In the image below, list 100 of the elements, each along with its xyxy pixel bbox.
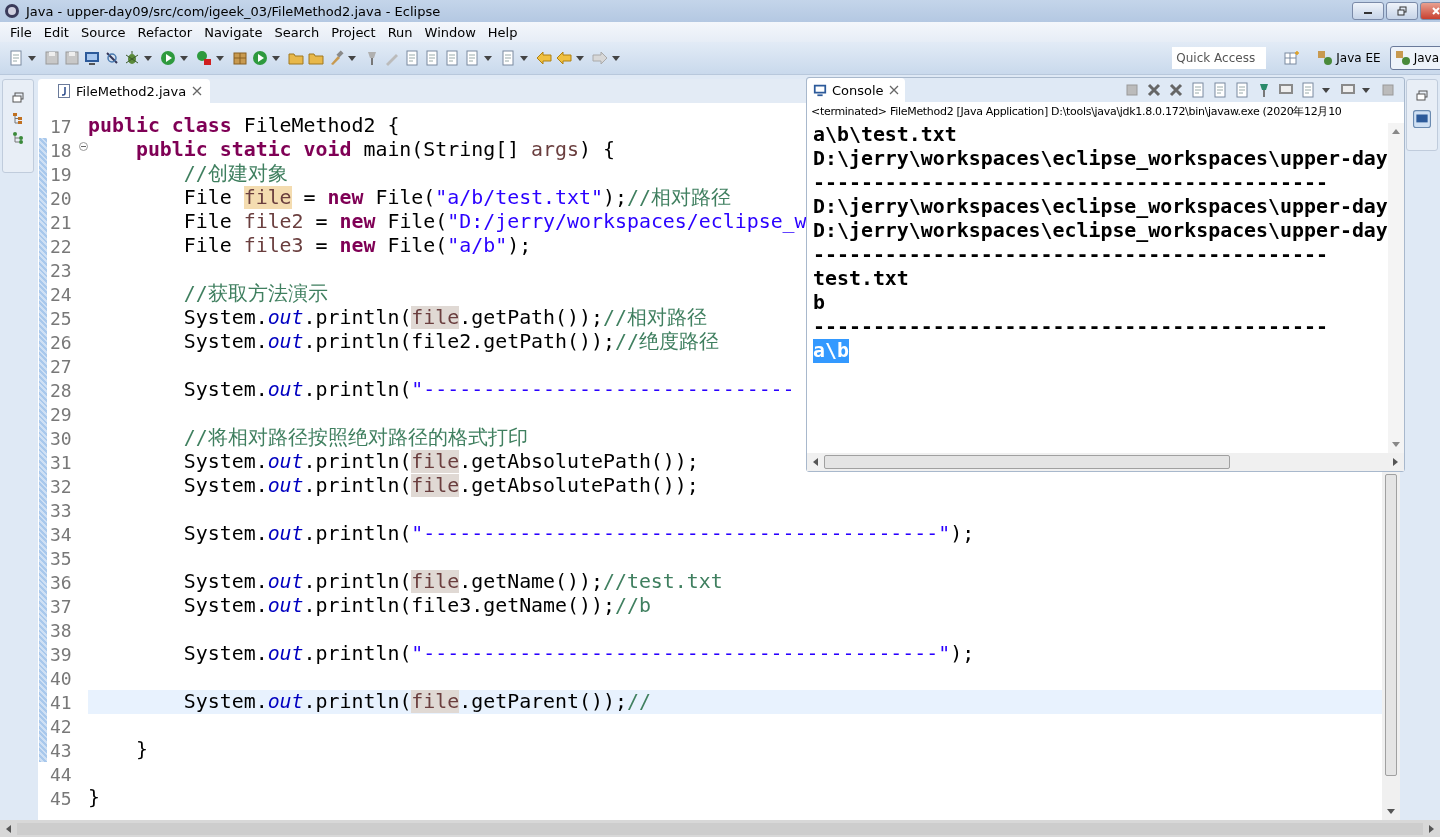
tab-label: Console (832, 82, 884, 98)
scrollbar-thumb[interactable] (1385, 474, 1397, 776)
collapse-icon[interactable] (79, 142, 88, 151)
code-line: System.out.println(file.getAbsolutePath()); (182, 474, 699, 498)
scroll-right-icon[interactable] (1429, 824, 1434, 833)
caret-icon[interactable] (272, 55, 280, 61)
caret-icon[interactable] (576, 55, 584, 61)
editor-tab[interactable]: FileMethod2.java (38, 79, 211, 103)
line-number: 21 (50, 211, 72, 233)
bug-icon[interactable] (124, 50, 140, 66)
line-number: 34 (50, 523, 72, 545)
menu-item[interactable]: Window (418, 24, 482, 40)
tree-icon[interactable] (12, 132, 24, 144)
line-number: 45 (50, 787, 72, 809)
console-line: ------------------------------------------- (813, 171, 1328, 195)
menu-item[interactable]: Navigate (198, 24, 269, 40)
line-number: 23 (50, 259, 72, 281)
line-number: 38 (50, 619, 72, 641)
arrow-left-icon[interactable] (536, 50, 552, 66)
menu-item[interactable]: Edit (37, 24, 75, 40)
line-number: 32 (50, 475, 72, 497)
scroll-down-icon[interactable] (1392, 442, 1400, 447)
line-number: 41 (50, 691, 72, 713)
menu-item[interactable]: Source (74, 24, 132, 40)
folder-icon[interactable] (288, 50, 304, 66)
scrollbar-thumb[interactable] (824, 455, 1230, 469)
window-title: Java - upper-day09/src/com/igeek_03/FileMethod2.java - Eclipse (26, 3, 441, 19)
maximize-icon (1397, 6, 1407, 16)
line-number: 33 (50, 499, 72, 521)
monitor-icon[interactable] (1413, 110, 1431, 128)
line-number: 26 (50, 331, 72, 353)
hierarchy-icon[interactable] (12, 112, 24, 124)
perspective-button[interactable]: Java (1389, 46, 1440, 70)
console-tab[interactable]: Console (807, 78, 905, 102)
code-line: System.out.println(file.getParent());// (182, 690, 651, 714)
scroll-left-icon[interactable] (813, 458, 818, 466)
menu-item[interactable]: Run (381, 24, 419, 40)
menu-item[interactable]: Refactor (131, 24, 199, 40)
line-number: 17 (50, 115, 72, 137)
scroll-left-icon[interactable] (6, 824, 11, 833)
caret-icon[interactable] (144, 55, 152, 61)
caret-icon[interactable] (484, 55, 492, 61)
close-icon[interactable] (888, 85, 899, 95)
line-number: 37 (50, 595, 72, 617)
app-icon (4, 3, 20, 19)
menu-item[interactable]: Search (268, 24, 326, 40)
caret-icon[interactable] (28, 55, 36, 61)
remove-icon[interactable] (1146, 82, 1162, 98)
caret-icon[interactable] (1362, 87, 1370, 93)
scroll-up-icon[interactable] (1392, 129, 1400, 134)
line-number: 36 (50, 571, 72, 593)
line-number: 30 (50, 427, 72, 449)
document-icon[interactable] (424, 50, 440, 66)
java-file-icon (58, 84, 70, 98)
scroll-right-icon[interactable] (1393, 458, 1398, 466)
perspective-button[interactable]: Java EE (1312, 46, 1386, 70)
console-line: D:\jerry\workspaces\eclipse_workspaces\upper-day (813, 147, 1388, 171)
close-icon[interactable] (192, 86, 203, 96)
caret-icon[interactable] (348, 55, 356, 61)
console-line: b (813, 291, 825, 315)
folder-icon[interactable] (308, 50, 324, 66)
open-perspective-icon[interactable] (1284, 50, 1301, 66)
link-icon[interactable] (104, 50, 120, 66)
quick-access-field[interactable]: Quick Access (1172, 47, 1267, 69)
remove-all-icon[interactable] (1168, 82, 1184, 98)
caret-icon[interactable] (1322, 87, 1330, 93)
line-number: 29 (50, 403, 72, 425)
console-line: D:\jerry\workspaces\eclipse_workspaces\upper-day (813, 219, 1388, 243)
line-number: 31 (50, 451, 72, 473)
menu-item[interactable]: File (4, 24, 38, 40)
line-number: 42 (50, 715, 72, 737)
code-line: System.out.println(file3.getName());//b (182, 594, 651, 618)
console-line: a\b\test.txt (813, 123, 957, 147)
code-line: //将相对路径按照绝对路径的格式打印 (182, 426, 528, 450)
code-line: System.out.println("-------------------------------------------"); (182, 522, 975, 546)
package-icon[interactable] (232, 50, 248, 66)
line-number: 40 (50, 667, 72, 689)
save-icon[interactable] (44, 50, 60, 66)
scroll-down-icon[interactable] (1387, 809, 1395, 814)
run-tool-icon[interactable] (196, 50, 212, 66)
minimize-button[interactable] (1352, 2, 1384, 20)
code-line: File file2 = new File("D:/jerry/workspaces/eclipse_w (182, 210, 807, 234)
monitor-icon (813, 83, 827, 97)
document-icon[interactable] (404, 50, 420, 66)
line-number: 19 (50, 163, 72, 185)
caret-icon[interactable] (180, 55, 188, 61)
caret-icon[interactable] (520, 55, 528, 61)
tab-label: FileMethod2.java (76, 83, 187, 99)
monitor-icon[interactable] (84, 50, 100, 66)
caret-icon[interactable] (216, 55, 224, 61)
play-icon[interactable] (160, 50, 176, 66)
line-number: 18 (50, 139, 72, 161)
caret-icon[interactable] (612, 55, 620, 61)
line-number: 25 (50, 307, 72, 329)
code-line: //获取方法演示 (182, 282, 328, 306)
stop-icon[interactable] (1124, 82, 1140, 98)
menu-item[interactable]: Project (325, 24, 382, 40)
code-line: System.out.println(file2.getPath());//绝度路径 (182, 330, 719, 354)
code-line: } (88, 786, 100, 810)
menu-item[interactable]: Help (481, 24, 524, 40)
